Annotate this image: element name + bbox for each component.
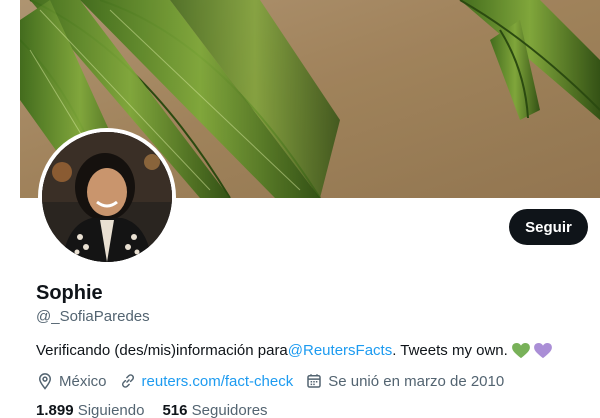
followers-label: Seguidores: [191, 402, 268, 418]
follow-button[interactable]: Seguir: [509, 209, 588, 245]
purple-heart-icon: [533, 342, 552, 358]
profile-handle: @_SofiaParedes: [36, 308, 150, 325]
bio-text-suffix: . Tweets my own.: [392, 342, 508, 359]
followers-link[interactable]: 516 Seguidores: [162, 402, 267, 418]
calendar-icon: [307, 374, 321, 388]
following-label: Siguiendo: [77, 402, 145, 418]
profile-meta-row: México reuters.com/fact-check Se unió en…: [36, 372, 516, 390]
followers-count: 516: [162, 402, 188, 418]
link-icon: [121, 374, 134, 388]
joined-item: Se unió en marzo de 2010: [305, 372, 504, 390]
bio-text-prefix: Verificando (des/mis)información para: [36, 342, 288, 359]
location-item: México: [36, 372, 107, 390]
profile-avatar[interactable]: [38, 128, 176, 266]
profile-bio: Verificando (des/mis)información para @R…: [36, 342, 552, 359]
following-count: 1.899: [36, 402, 74, 418]
website-item: reuters.com/fact-check: [119, 372, 294, 390]
profile-name: Sophie: [36, 282, 103, 304]
location-pin-icon: [38, 373, 52, 390]
location-text: México: [59, 372, 107, 390]
green-heart-icon: [511, 342, 530, 358]
website-link[interactable]: reuters.com/fact-check: [142, 373, 294, 390]
profile-page: Seguir Sophie @_SofiaParedes Verificando…: [20, 0, 600, 418]
following-link[interactable]: 1.899 Siguiendo: [36, 402, 144, 418]
follow-counts: 1.899 Siguiendo 516 Seguidores: [36, 402, 268, 418]
joined-text: Se unió en marzo de 2010: [328, 372, 505, 390]
bio-mention-link[interactable]: @ReutersFacts: [288, 342, 392, 359]
